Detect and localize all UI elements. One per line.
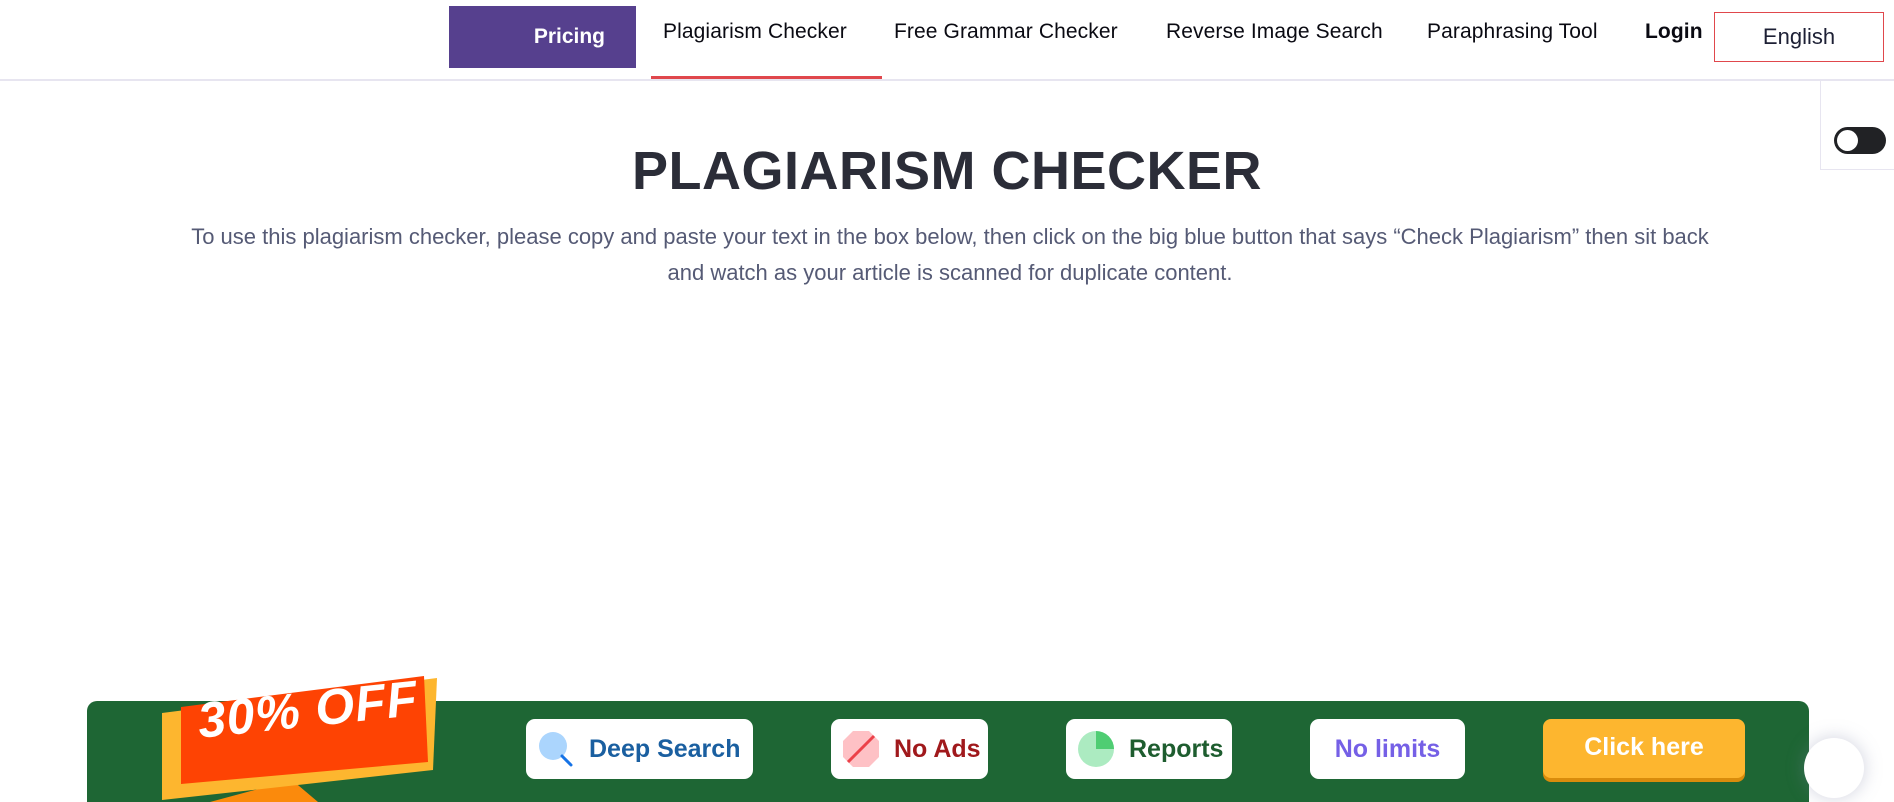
feature-deep-search: Deep Search [526,719,753,779]
nav-active-indicator [651,76,882,79]
feature-no-limits: No limits [1310,719,1465,779]
feature-label: Deep Search [589,734,741,763]
nav-free-grammar-checker[interactable]: Free Grammar Checker [894,20,1118,44]
nav-plagiarism-checker[interactable]: Plagiarism Checker [663,20,847,44]
pie-chart-icon [1078,731,1114,767]
feature-label: No Ads [894,734,981,763]
nav-paraphrasing-tool[interactable]: Paraphrasing Tool [1427,20,1598,44]
language-label: English [1762,24,1836,49]
feature-no-ads: No Ads [831,719,988,779]
magnifier-icon [539,732,573,767]
pricing-button[interactable]: Pricing [449,6,636,68]
language-selector[interactable]: English [1714,12,1884,62]
feature-label: No limits [1334,734,1441,763]
nav-reverse-image-search[interactable]: Reverse Image Search [1166,20,1383,44]
no-ads-icon [843,731,879,767]
feature-reports: Reports [1066,719,1232,779]
chat-widget-button[interactable] [1804,738,1864,798]
feature-label: Reports [1129,734,1224,763]
top-navbar: Pricing Plagiarism Checker Free Grammar … [0,0,1894,81]
login-link[interactable]: Login [1645,20,1703,44]
pricing-label: Pricing [533,25,605,48]
page-description: To use this plagiarism checker, please c… [191,224,1709,285]
promo-click-here-button[interactable]: Click here [1543,719,1745,778]
cta-label: Click here [1584,733,1704,761]
page-title: PLAGIARISM CHECKER [631,141,1263,201]
